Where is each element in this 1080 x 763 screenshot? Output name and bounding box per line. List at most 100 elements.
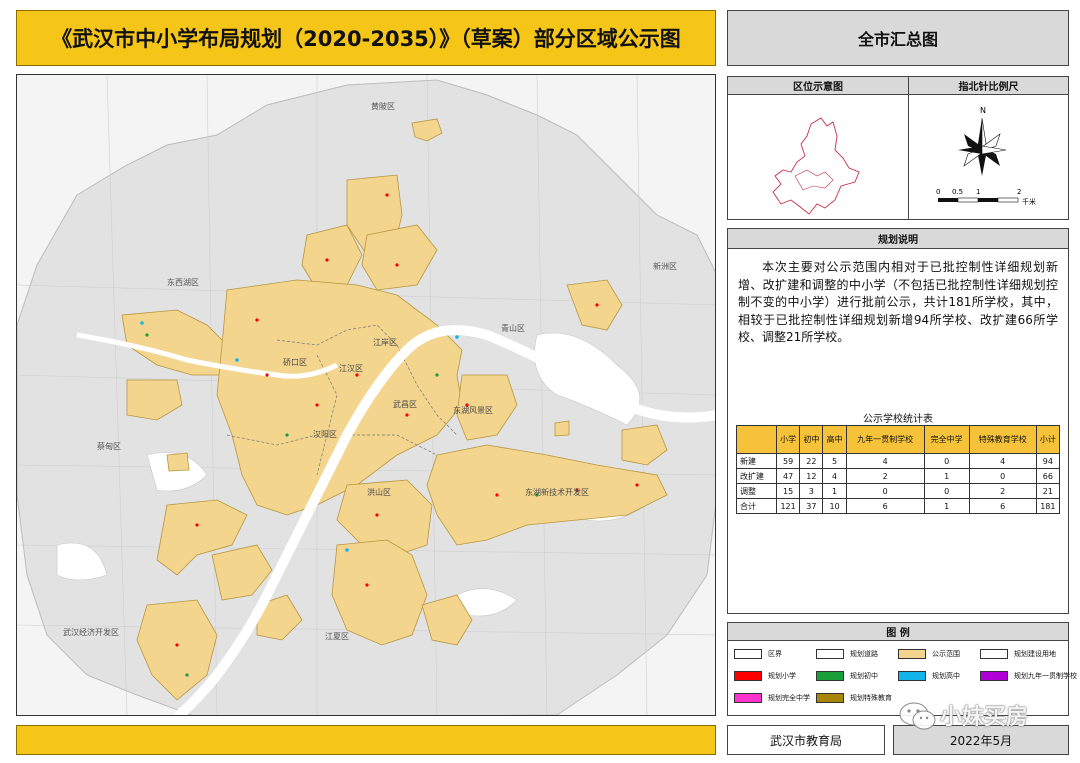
legend-swatch [734, 693, 762, 703]
watermark-text: 小妹买房 [940, 705, 1029, 730]
table-row: 调整 15 3 1 0 0 2 21 [736, 483, 1061, 499]
stats-col-header: 初中 [799, 425, 824, 454]
legend-swatch [980, 649, 1008, 659]
legend-label: 规划特殊教育 [850, 694, 892, 702]
stats-table-header-row: 小学 初中 高中 九年一贯制学校 完全中学 特殊教育学校 小计 [736, 425, 1061, 454]
district-label-hanyang: 汉阳区 [313, 430, 337, 439]
table-cell: 59 [775, 453, 801, 469]
scale-unit: 千米 [1022, 197, 1036, 206]
table-cell: 15 [775, 483, 801, 499]
legend-swatch [816, 693, 844, 703]
district-label-hongshan: 洪山区 [367, 488, 391, 497]
description-heading: 规划说明 [728, 229, 1068, 249]
table-cell: 10 [822, 498, 847, 514]
table-cell: 6 [968, 498, 1037, 514]
table-cell: 0 [923, 453, 970, 469]
table-cell: 1 [822, 483, 847, 499]
table-cell: 121 [775, 498, 801, 514]
table-row: 新建 59 22 5 4 0 4 94 [736, 453, 1061, 469]
legend-item-junior-middle: 规划初中 [816, 671, 878, 681]
district-label-wuchang: 武昌区 [393, 400, 417, 409]
legend-label: 规划建设用地 [1014, 650, 1056, 658]
legend-label: 规划九年一贯制学校 [1014, 672, 1077, 680]
table-cell: 66 [1035, 468, 1061, 484]
panel-title: 全市汇总图 [727, 10, 1069, 66]
legend-item-public-area: 公示范围 [898, 649, 960, 659]
stats-col-header [736, 425, 777, 454]
table-cell: 0 [968, 468, 1037, 484]
district-label-dongxihu: 东西湖区 [167, 278, 199, 287]
legend-swatch [734, 671, 762, 681]
north-arrow-icon [958, 117, 1007, 176]
row-label: 改扩建 [736, 468, 777, 484]
table-cell: 22 [799, 453, 824, 469]
district-label-caidian: 蔡甸区 [97, 442, 121, 451]
table-cell: 0 [923, 483, 970, 499]
map-title-banner: 《武汉市中小学布局规划（2020-2035）》（草案）部分区域公示图 [16, 10, 716, 66]
stats-col-header: 小计 [1035, 425, 1061, 454]
map-svg [17, 75, 715, 715]
legend-label: 规划道路 [850, 650, 878, 658]
map-canvas[interactable]: 黄陂区 东西湖区 新洲区 硚口区 江岸区 江汉区 青山区 汉阳区 武昌区 东湖风… [16, 74, 716, 716]
table-cell: 2 [968, 483, 1037, 499]
table-cell: 181 [1035, 498, 1061, 514]
legend-item-planned-land: 规划建设用地 [980, 649, 1056, 659]
loc-divider [908, 77, 909, 219]
legend-label: 规划高中 [932, 672, 960, 680]
legend-label: 规划完全中学 [768, 694, 810, 702]
scale-tick-2: 2 [1017, 188, 1021, 196]
panel-title-text: 全市汇总图 [857, 30, 938, 49]
district-label-huangpi: 黄陂区 [371, 102, 395, 111]
legend-label: 规划小学 [768, 672, 796, 680]
scale-tick-05: 0.5 [952, 188, 963, 196]
stats-col-header: 九年一贯制学校 [845, 425, 925, 454]
scale-tick-1: 1 [976, 188, 980, 196]
legend-heading: 图 例 [728, 623, 1068, 641]
table-row: 合计 121 37 10 6 1 6 181 [736, 498, 1061, 514]
district-label-qingshan: 青山区 [501, 324, 525, 333]
legend-swatch [816, 649, 844, 659]
legend-item-nine-year: 规划九年一贯制学校 [980, 671, 1077, 681]
legend-swatch [816, 671, 844, 681]
district-label-east-lake: 东湖风景区 [453, 406, 493, 415]
table-cell: 6 [845, 498, 925, 514]
table-cell: 21 [1035, 483, 1061, 499]
district-label-jianghan: 江汉区 [339, 364, 363, 373]
legend-item-special-education: 规划特殊教育 [816, 693, 892, 703]
map-title: 《武汉市中小学布局规划（2020-2035）》（草案）部分区域公示图 [51, 27, 681, 51]
district-label-economic-zone: 武汉经济开发区 [63, 628, 119, 637]
legend-label: 公示范围 [932, 650, 960, 658]
stats-col-header: 高中 [822, 425, 847, 454]
table-cell: 2 [845, 468, 925, 484]
location-map-heading: 区位示意图 [728, 77, 908, 95]
stats-table-title: 公示学校统计表 [863, 414, 933, 425]
table-cell: 47 [775, 468, 801, 484]
table-row: 改扩建 47 12 4 2 1 0 66 [736, 468, 1061, 484]
district-label-qiaokou: 硚口区 [283, 358, 307, 367]
stats-table: 小学 初中 高中 九年一贯制学校 完全中学 特殊教育学校 小计 新建 59 22… [736, 425, 1061, 514]
north-label: N [980, 106, 986, 115]
compass-scale-graphic: N 0 0.5 1 2 千米 [936, 106, 1036, 206]
legend-item-planned-road: 规划道路 [816, 649, 878, 659]
compass-heading: 指北针比例尺 [909, 77, 1068, 95]
legend-swatch [898, 671, 926, 681]
table-cell: 12 [799, 468, 824, 484]
stats-col-header: 小学 [775, 425, 801, 454]
table-cell: 1 [923, 468, 970, 484]
agency-name: 武汉市教育局 [727, 725, 885, 755]
scale-tick-0: 0 [936, 188, 940, 196]
legend-label: 规划初中 [850, 672, 878, 680]
legend-item-complete-middle: 规划完全中学 [734, 693, 810, 703]
legend-item-senior-high: 规划高中 [898, 671, 960, 681]
legend-swatch [980, 671, 1008, 681]
district-label-jiangxia: 江夏区 [325, 632, 349, 641]
location-compass-box: 区位示意图 指北针比例尺 N 0 0.5 1 2 千米 [727, 76, 1069, 220]
table-cell: 4 [822, 468, 847, 484]
description-box: 规划说明 本次主要对公示范围内相对于已批控制性详细规划新增、改扩建和调整的中小学… [727, 228, 1069, 614]
stats-col-header: 特殊教育学校 [968, 425, 1037, 454]
table-cell: 5 [822, 453, 847, 469]
district-label-xinzhou: 新洲区 [653, 262, 677, 271]
location-map-thumbnail [772, 117, 860, 215]
table-cell: 37 [799, 498, 824, 514]
zone-small-1 [166, 452, 190, 472]
